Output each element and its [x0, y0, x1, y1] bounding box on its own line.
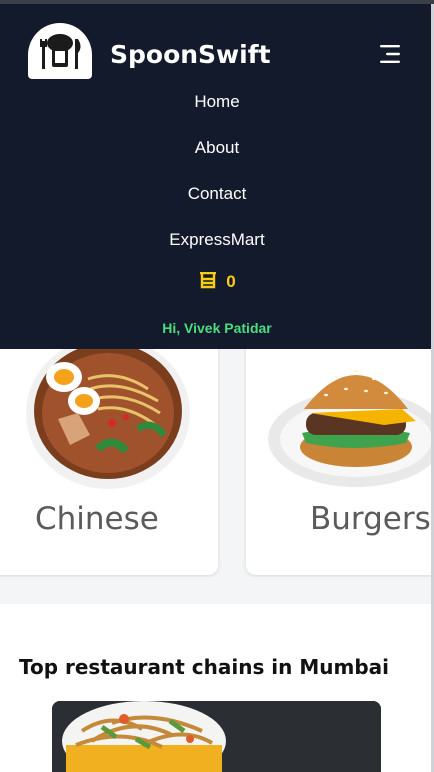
cart-count: 0	[226, 272, 236, 291]
brand-name[interactable]: SpoonSwift	[110, 40, 271, 69]
cart-icon	[200, 271, 217, 289]
cuisine-label: Burgers	[310, 501, 431, 537]
user-greeting: Hi, Vivek Patidar	[162, 320, 272, 336]
nav-link-home[interactable]: Home	[0, 90, 434, 136]
restaurant-card[interactable]	[52, 701, 381, 772]
chef-hat-icon[interactable]	[28, 23, 92, 79]
noodle-box-image	[52, 701, 381, 772]
nav-links: Home About Contact ExpressMart	[0, 90, 434, 274]
noodle-bowl-image	[26, 349, 190, 489]
cuisine-card-burgers[interactable]: Burgers	[246, 349, 434, 575]
burger-image	[268, 369, 434, 487]
hamburger-menu-icon[interactable]	[376, 42, 404, 66]
cuisine-carousel[interactable]: Chinese Burgers	[0, 349, 434, 577]
navbar: SpoonSwift Home About Contact ExpressMar…	[0, 4, 434, 349]
nav-link-contact[interactable]: Contact	[0, 182, 434, 228]
cuisine-card-chinese[interactable]: Chinese	[0, 349, 218, 575]
section-title: Top restaurant chains in Mumbai	[19, 655, 390, 679]
nav-link-about[interactable]: About	[0, 136, 434, 182]
cuisine-label: Chinese	[35, 501, 159, 537]
cart-button[interactable]: 0	[0, 271, 434, 292]
nav-link-expressmart[interactable]: ExpressMart	[0, 228, 434, 274]
